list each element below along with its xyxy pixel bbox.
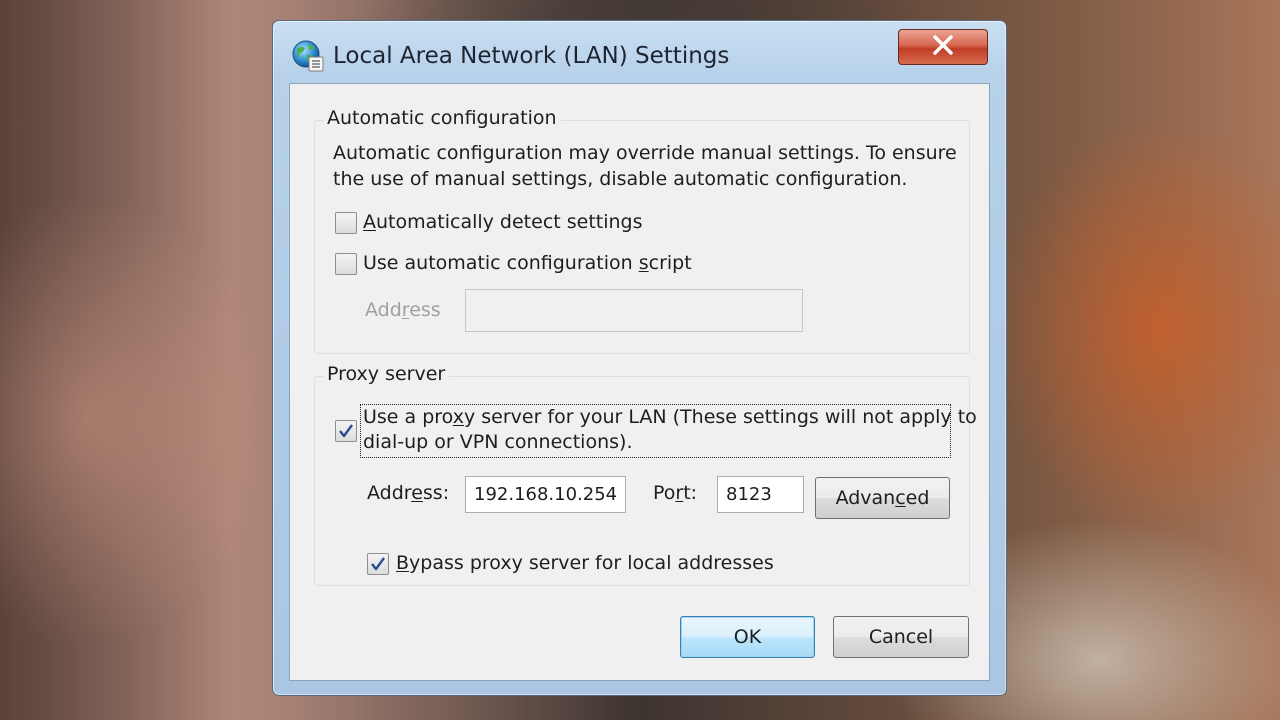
dialog-body: Automatic configuration Automatic config… (289, 83, 990, 681)
auto-config-description-line1: Automatic configuration may override man… (333, 142, 957, 164)
auto-detect-label[interactable]: Automatically detect settings (363, 210, 643, 235)
proxy-address-input[interactable]: 192.168.10.254 (465, 476, 626, 513)
background-blur (0, 0, 300, 720)
use-proxy-checkbox[interactable] (335, 420, 357, 442)
lan-settings-dialog: Local Area Network (LAN) Settings Automa… (272, 20, 1007, 696)
checkmark-icon (371, 557, 385, 571)
proxy-port-input[interactable]: 8123 (717, 476, 804, 513)
auto-detect-checkbox[interactable] (335, 212, 357, 234)
group-title: Proxy server (323, 363, 450, 385)
group-title: Automatic configuration (323, 107, 561, 129)
close-button[interactable] (898, 29, 988, 65)
ok-button[interactable]: OK (680, 616, 815, 658)
use-script-checkbox[interactable] (335, 253, 357, 275)
cancel-button[interactable]: Cancel (833, 616, 969, 658)
window-title: Local Area Network (LAN) Settings (333, 43, 730, 69)
proxy-port-label: Port: (653, 482, 698, 504)
script-address-label: Address (365, 299, 441, 321)
bypass-local-label[interactable]: Bypass proxy server for local addresses (396, 551, 774, 576)
checkmark-icon (339, 424, 353, 438)
auto-config-description-line2: the use of manual settings, disable auto… (333, 168, 908, 190)
use-proxy-label[interactable]: Use a proxy server for your LAN (These s… (363, 405, 977, 430)
proxy-address-label: Address: (367, 482, 450, 504)
script-address-input[interactable] (465, 289, 803, 332)
close-icon (932, 35, 954, 59)
globe-settings-icon (291, 39, 325, 73)
use-proxy-label-line2: dial-up or VPN connections). (363, 431, 633, 453)
use-script-label[interactable]: Use automatic configuration script (363, 251, 692, 276)
advanced-button[interactable]: Advan c ed (815, 477, 950, 519)
bypass-local-checkbox[interactable] (367, 553, 389, 575)
